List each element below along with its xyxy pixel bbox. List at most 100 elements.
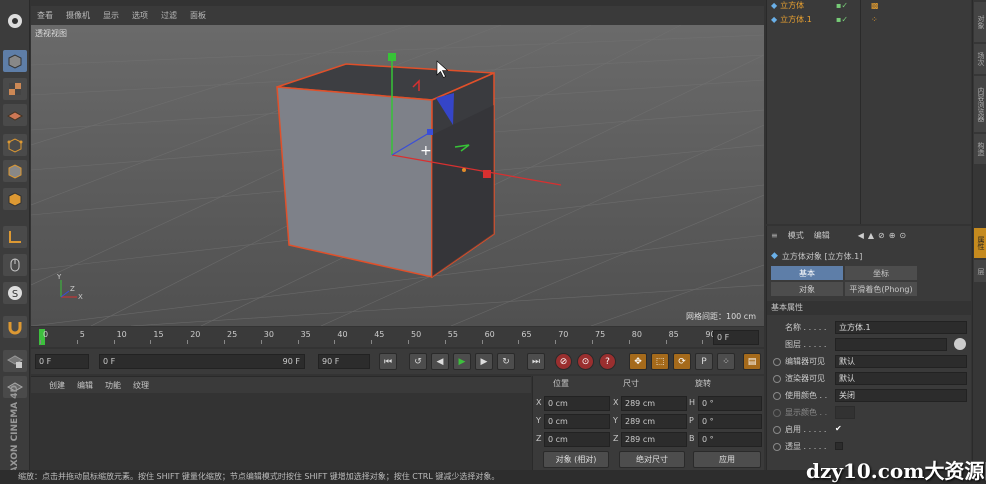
texture-mode-icon[interactable]	[3, 78, 27, 100]
menu-options[interactable]: 选项	[132, 10, 148, 21]
anim-dot-icon[interactable]	[773, 391, 781, 400]
timeline-ruler[interactable]: 0 5 10 15 20 25 30 35 40 45 50 55 60 65 70 75 80 85 90 0 F	[31, 327, 764, 347]
menu-panel[interactable]: 面板	[190, 10, 206, 21]
play-button[interactable]: ▶	[453, 353, 471, 370]
go-start-button[interactable]: ⏮	[379, 353, 397, 370]
pos-z-field[interactable]: 0 cm	[544, 432, 610, 447]
go-end-button[interactable]: ⏭	[527, 353, 545, 370]
tag-icon[interactable]: ⁘	[871, 15, 878, 24]
key-pla-button[interactable]: ⁘	[717, 353, 735, 370]
timeline-tick-label: 65	[521, 330, 532, 339]
attr-name-field[interactable]: 立方体.1	[835, 321, 967, 334]
menu-view[interactable]: 查看	[37, 10, 53, 21]
next-frame-button[interactable]: ▶	[475, 353, 493, 370]
layer-picker-icon[interactable]	[954, 338, 966, 350]
lock-workplane-icon[interactable]	[3, 350, 27, 372]
anim-dot-icon	[773, 408, 781, 417]
attr-layer-field[interactable]	[835, 338, 947, 351]
menu-edit[interactable]: 编辑	[814, 230, 830, 241]
tab-basic[interactable]: 基本	[771, 266, 843, 280]
prev-key-button[interactable]: ↺	[409, 353, 427, 370]
magnet-icon[interactable]	[3, 316, 27, 338]
polygons-mode-icon[interactable]	[3, 188, 27, 210]
tab-structure[interactable]: 构造	[974, 134, 986, 164]
timeline-tick-mark	[555, 340, 557, 344]
apply-button[interactable]: 应用	[693, 451, 761, 468]
start-frame-field[interactable]: 0 F	[35, 354, 89, 369]
tab-content-browser[interactable]: 内容浏览器	[974, 76, 986, 132]
perspective-viewport[interactable]: ✥⬍⟲▣	[31, 25, 764, 326]
anim-dot-icon[interactable]	[773, 357, 781, 366]
menu-edit[interactable]: 编辑	[77, 380, 93, 391]
timeline-ticks: 0 5 10 15 20 25 30 35 40 45 50 55 60 65 70 75 80 85 90	[40, 330, 743, 344]
key-position-button[interactable]: ✥	[629, 353, 647, 370]
pos-y-field[interactable]: 0 cm	[544, 414, 610, 429]
attr-nav-icons[interactable]: ◀▲⊘⊕⊙	[858, 231, 910, 240]
anim-dot-icon[interactable]	[773, 442, 781, 451]
attr-editor-visible-select[interactable]: 默认	[835, 355, 967, 368]
right-side-tabs: 对象 场次 内容浏览器 构造 属性 层	[972, 0, 986, 470]
edges-mode-icon[interactable]	[3, 160, 27, 182]
material-manager: 创建 编辑 功能 纹理	[31, 376, 531, 470]
record-key-button[interactable]: ⊘	[555, 353, 572, 370]
current-frame-field[interactable]: 0 F	[713, 330, 759, 345]
prev-frame-button[interactable]: ◀	[431, 353, 449, 370]
size-x-field[interactable]: 289 cm	[621, 396, 687, 411]
model-mode-icon[interactable]	[3, 50, 27, 72]
menu-display[interactable]: 显示	[103, 10, 119, 21]
position-header: 位置	[553, 379, 569, 388]
attr-use-color-select[interactable]: 关闭	[835, 389, 967, 402]
menu-function[interactable]: 功能	[105, 380, 121, 391]
tab-objects[interactable]: 对象	[974, 2, 986, 42]
svg-text:+: +	[420, 143, 432, 159]
rot-h-field[interactable]: 0 °	[698, 396, 762, 411]
tab-attributes[interactable]: 属性	[974, 228, 986, 258]
points-mode-icon[interactable]	[3, 134, 27, 156]
next-key-button[interactable]: ↻	[497, 353, 515, 370]
attr-enabled-checkbox[interactable]: ✔	[835, 423, 847, 436]
tab-phong[interactable]: 平滑着色(Phong)	[845, 282, 917, 296]
menu-mode[interactable]: 模式	[788, 230, 804, 241]
menu-create[interactable]: 创建	[49, 380, 65, 391]
axis-mode-icon[interactable]	[3, 226, 27, 248]
timeline-tick-mark	[224, 340, 225, 344]
key-rotation-button[interactable]: ⟳	[673, 353, 691, 370]
anim-dot-icon[interactable]	[773, 374, 781, 383]
anim-dot-icon[interactable]	[773, 425, 781, 434]
menu-filter[interactable]: 过滤	[161, 10, 177, 21]
key-scale-button[interactable]: ⬚	[651, 353, 669, 370]
size-y-field[interactable]: 289 cm	[621, 414, 687, 429]
tag-icon[interactable]: ▩	[871, 1, 879, 10]
pos-x-field[interactable]: 0 cm	[544, 396, 610, 411]
tab-takes[interactable]: 场次	[974, 44, 986, 74]
pos-z-label: Z	[536, 434, 542, 443]
rot-p-field[interactable]: 0 °	[698, 414, 762, 429]
attribute-manager: ≡ 模式 编辑 ◀▲⊘⊕⊙ ◆ 立方体对象 [立方体.1] 基本 坐标 对象 平…	[766, 226, 972, 470]
autokey-button[interactable]: ⊙	[577, 353, 594, 370]
object-row[interactable]: ◆ 立方体.1 ▪✓ ⁘	[771, 13, 967, 25]
snap-icon[interactable]: S	[3, 282, 27, 304]
attr-xray-checkbox[interactable]	[835, 442, 843, 450]
cube-object[interactable]	[276, 63, 495, 279]
menu-camera[interactable]: 摄像机	[66, 10, 90, 21]
keyframe-selection-button[interactable]: ?	[599, 353, 616, 370]
visibility-icon[interactable]: ▪✓	[836, 1, 848, 10]
coord-mode-select[interactable]: 对象 (相对)	[543, 451, 609, 468]
frame-range-slider[interactable]: 0 F 90 F	[99, 354, 305, 369]
tab-coord[interactable]: 坐标	[845, 266, 917, 280]
workplane-mode-icon[interactable]	[3, 104, 27, 126]
tab-object[interactable]: 对象	[771, 282, 843, 296]
max-frame-field[interactable]: 90 F	[318, 354, 370, 369]
size-z-field[interactable]: 289 cm	[621, 432, 687, 447]
rot-b-field[interactable]: 0 °	[698, 432, 762, 447]
tab-layers[interactable]: 层	[974, 260, 986, 282]
menu-texture[interactable]: 纹理	[133, 380, 149, 391]
key-param-button[interactable]: P	[695, 353, 713, 370]
menu-icon[interactable]: ≡	[771, 231, 778, 240]
visibility-icon[interactable]: ▪✓	[836, 15, 848, 24]
tweak-mode-icon[interactable]	[3, 254, 27, 276]
timeline-window-button[interactable]: ▤	[743, 353, 761, 370]
attr-render-visible-select[interactable]: 默认	[835, 372, 967, 385]
size-mode-select[interactable]: 绝对尺寸	[619, 451, 685, 468]
object-row[interactable]: ◆ 立方体 ▪✓ ▩	[771, 0, 967, 10]
